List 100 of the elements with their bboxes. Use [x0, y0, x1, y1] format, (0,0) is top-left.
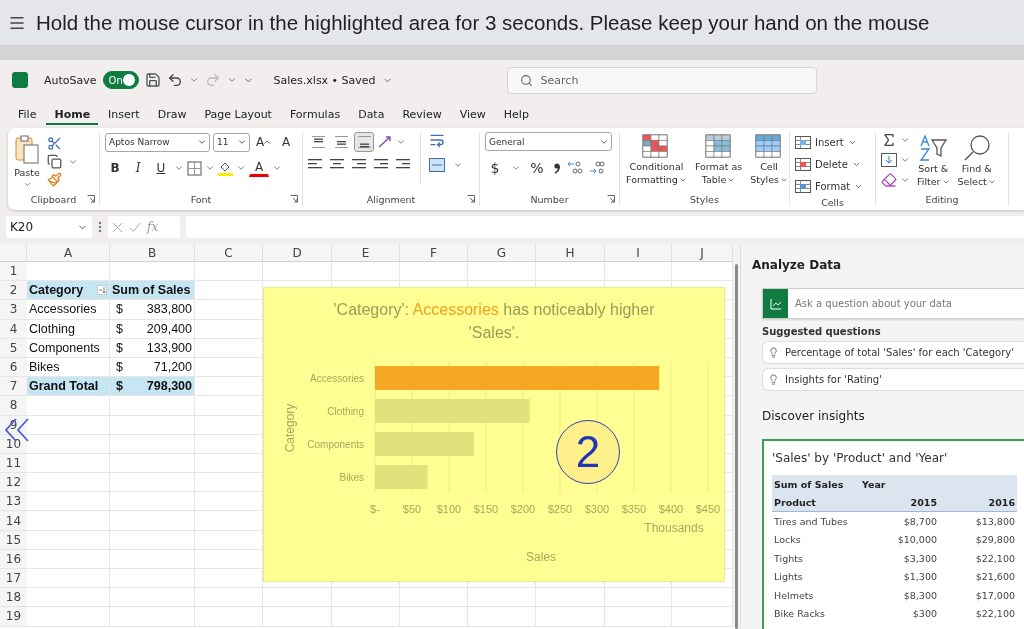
menu-tab[interactable]: File — [10, 103, 45, 125]
row-header[interactable]: 13 — [0, 492, 27, 512]
category-label: Accessories — [310, 373, 364, 384]
table-cell: Grand Total — [27, 377, 110, 397]
table-cell-text: $29,800 — [974, 533, 1016, 548]
row-header[interactable]: 7 — [0, 377, 27, 397]
table-cell-text: Bike Racks — [773, 607, 827, 622]
table-cell: Accessories — [27, 300, 110, 320]
column-header[interactable]: D — [263, 244, 332, 262]
font-name-dropdown[interactable]: Aptos Narrow — [105, 132, 210, 152]
search-field[interactable]: Search — [506, 66, 817, 94]
decrease-font-button[interactable]: A — [276, 132, 296, 152]
table-header: Year — [860, 475, 939, 494]
tick-label: $150 — [473, 503, 499, 515]
row-header[interactable]: 19 — [0, 607, 27, 627]
question-input[interactable]: Ask a question about your data — [788, 297, 1024, 310]
group-label: Font — [190, 193, 212, 205]
column-header[interactable]: F — [400, 244, 468, 262]
group-label: Number — [530, 193, 569, 205]
column-header[interactable]: C — [195, 244, 263, 262]
autosave-toggle[interactable]: On — [102, 71, 139, 89]
menu-tab[interactable]: View — [451, 103, 494, 125]
currency-symbol: $ — [116, 321, 123, 336]
table-cell-text: $300 — [911, 607, 938, 622]
tick-label: $- — [370, 503, 380, 515]
cell-styles-button[interactable]: Cell Styles — [749, 132, 789, 188]
underline-button[interactable]: U — [151, 158, 171, 178]
table-cell-text: $10,000 — [896, 533, 938, 548]
currency-symbol: $ — [116, 379, 123, 394]
group-label: Alignment — [366, 193, 416, 205]
category-label: Bikes — [339, 472, 364, 483]
header-text: Category — [29, 283, 84, 298]
table-cell-text: Tires and Tubes — [773, 514, 849, 529]
bold-button[interactable]: B — [105, 158, 125, 178]
tick-label: $200 — [510, 503, 536, 515]
card-title: 'Sales' by 'Product' and 'Year' — [772, 451, 949, 465]
column-header[interactable]: A — [27, 244, 110, 262]
tick-label: $50 — [402, 503, 422, 515]
category-label: Components — [307, 439, 364, 450]
name-box[interactable]: K20 — [6, 216, 92, 238]
row-header[interactable]: 1 — [0, 262, 27, 282]
sort-filter-button[interactable]: Sort & Filter — [916, 132, 951, 190]
column-header[interactable]: E — [332, 244, 400, 262]
insert-button[interactable]: Insert — [795, 132, 864, 153]
column-header[interactable]: G — [468, 244, 536, 262]
font-size-dropdown[interactable]: 11 — [213, 132, 250, 152]
currency-symbol: $ — [116, 340, 123, 355]
increase-font-button[interactable]: A — [253, 132, 273, 152]
table-cell-text: $8,300 — [902, 588, 938, 603]
table-cell-text: Helmets — [773, 588, 815, 603]
table-cell-text: $8,700 — [902, 514, 938, 529]
menu-tab[interactable]: Review — [394, 103, 450, 125]
menu-tab[interactable]: Draw — [149, 103, 195, 125]
font-color-button[interactable]: A — [249, 159, 269, 177]
row-header[interactable]: 3 — [0, 300, 27, 320]
menu-tab[interactable]: Home — [46, 103, 99, 125]
row-header[interactable]: 17 — [0, 569, 27, 589]
row-header[interactable]: 14 — [0, 511, 27, 531]
column-header[interactable]: J — [672, 244, 733, 262]
delete-button[interactable]: Delete — [795, 154, 864, 175]
menu-tab[interactable]: Help — [495, 103, 537, 125]
section-heading: Discover insights — [762, 409, 866, 423]
currency-button[interactable]: $ — [485, 158, 505, 178]
number-format-dropdown[interactable]: General — [485, 132, 612, 151]
table-cell-text: $1,300 — [902, 570, 938, 585]
units-label: Thousands — [644, 521, 704, 535]
suggestion-chip[interactable]: Percentage of total 'Sales' for each 'Category' — [762, 341, 1024, 364]
table-cell-text: Locks — [773, 533, 802, 548]
paste-button[interactable]: Paste — [13, 132, 41, 191]
column-header[interactable]: B — [110, 244, 195, 262]
suggestion-chip[interactable]: Insights for 'Rating' — [762, 368, 1024, 391]
cell-value: 209,400 — [146, 321, 192, 336]
row-header[interactable]: 2 — [0, 281, 27, 301]
tick-label: $100 — [436, 503, 462, 515]
table-cell: Sum of Sales — [110, 281, 195, 301]
conditional-formatting-button[interactable]: Conditional Formatting — [625, 132, 688, 188]
menu-tab[interactable]: Page Layout — [196, 103, 280, 125]
chart-title: 'Category': Accessories has noticeably higher 'Sales'. — [332, 300, 656, 343]
row-header[interactable]: 8 — [0, 396, 27, 416]
menu-tab[interactable]: Data — [350, 103, 393, 125]
file-title[interactable]: Sales.xlsx • Saved — [273, 73, 376, 87]
row-header[interactable]: 18 — [0, 588, 27, 608]
table-cell-text: $13,800 — [974, 514, 1016, 529]
menu-tab[interactable]: Insert — [100, 103, 148, 125]
menu-tab[interactable]: Formulas — [281, 103, 349, 125]
format-button[interactable]: Format — [795, 176, 864, 197]
question-field[interactable]: Ask a question about your data — [762, 288, 1024, 319]
row-header[interactable]: 12 — [0, 473, 27, 493]
cell-value: 798,300 — [146, 379, 192, 394]
column-header[interactable]: I — [605, 244, 672, 262]
tick-label: $350 — [621, 503, 647, 515]
tick-label: $450 — [695, 503, 721, 515]
percent-button[interactable]: % — [527, 158, 547, 178]
find-select-button[interactable]: Find & Select — [956, 132, 997, 190]
axis-title: Sales — [526, 550, 556, 564]
italic-button[interactable]: I — [128, 158, 148, 178]
currency-symbol: $ — [116, 360, 123, 375]
table-cell-text: $22,100 — [974, 551, 1016, 566]
column-header[interactable]: H — [536, 244, 605, 262]
format-as-table-button[interactable]: Format as Table — [693, 132, 744, 188]
